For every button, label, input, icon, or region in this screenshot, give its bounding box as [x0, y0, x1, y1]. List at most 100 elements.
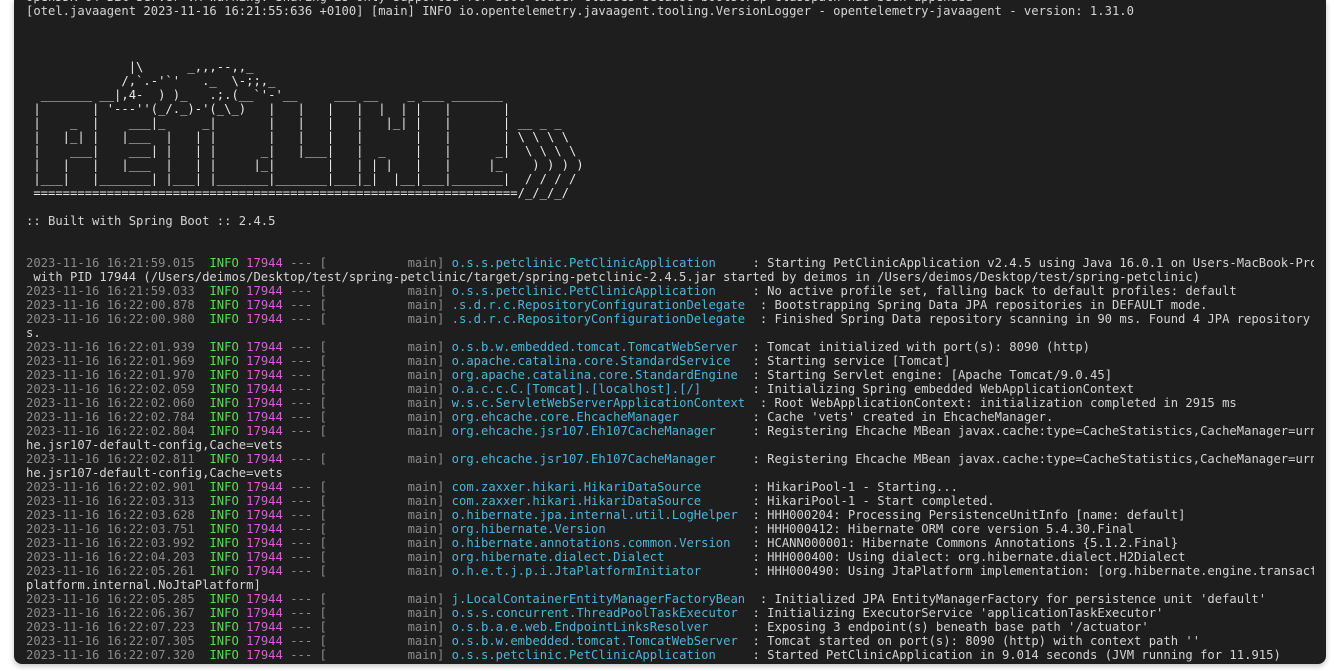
log-timestamp: 2023-11-16 16:21:59.015: [26, 256, 195, 270]
log-message: Exposing 3 endpoint(s) beneath base path…: [767, 620, 1149, 634]
log-level: INFO: [209, 410, 239, 424]
log-timestamp: 2023-11-16 16:22:00.878: [26, 298, 195, 312]
log-logger: org.ehcache.jsr107.Eh107CacheManager: [451, 424, 716, 438]
log-row: 2023-11-16 16:22:03.992 INFO 17944 --- […: [26, 536, 1179, 550]
log-pid: 17944: [246, 494, 283, 508]
log-thread: [ main]: [319, 312, 445, 326]
log-pid: 17944: [246, 256, 283, 270]
log-logger: o.s.b.a.e.web.EndpointLinksResolver: [451, 620, 709, 634]
log-row: 2023-11-16 16:22:02.811 INFO 17944 --- […: [26, 452, 1314, 466]
log-level: INFO: [209, 522, 239, 536]
log-timestamp: 2023-11-16 16:22:03.751: [26, 522, 195, 536]
log-logger: org.hibernate.dialect.Dialect: [451, 550, 665, 564]
log-logger: o.s.b.w.embedded.tomcat.TomcatWebServer: [451, 634, 738, 648]
banner-line: ========================================…: [26, 186, 569, 200]
log-logger: j.LocalContainerEntityManagerFactoryBean: [451, 592, 746, 606]
log-timestamp: 2023-11-16 16:22:03.992: [26, 536, 195, 550]
log-message: Tomcat initialized with port(s): 8090 (h…: [767, 340, 1091, 354]
log-pid: 17944: [246, 354, 283, 368]
log-timestamp: 2023-11-16 16:22:05.285: [26, 592, 195, 606]
log-timestamp: 2023-11-16 16:22:02.059: [26, 382, 195, 396]
banner-line: | | | |___ | | | |_| | | | | | | |_ ) ) …: [26, 158, 584, 172]
log-pid: 17944: [246, 522, 283, 536]
log-timestamp: 2023-11-16 16:21:59.033: [26, 284, 195, 298]
log-separator: ---: [290, 648, 313, 662]
log-pid: 17944: [246, 452, 283, 466]
log-message: Registering Ehcache MBean javax.cache:ty…: [767, 424, 1314, 438]
log-level: INFO: [209, 494, 239, 508]
log-message: HikariPool-1 - Start completed.: [767, 494, 995, 508]
log-logger: .s.d.r.c.RepositoryConfigurationDelegate: [451, 312, 746, 326]
log-level: INFO: [209, 354, 239, 368]
log-level: INFO: [209, 550, 239, 564]
log-thread: [ main]: [319, 620, 445, 634]
log-thread: [ main]: [319, 480, 445, 494]
log-row: 2023-11-16 16:22:06.367 INFO 17944 --- […: [26, 606, 1164, 620]
log-separator: ---: [290, 424, 313, 438]
log-pid: 17944: [246, 424, 283, 438]
banner-line: |___| |_______| |___| |_______|_______|_…: [26, 172, 577, 186]
log-pid: 17944: [246, 550, 283, 564]
log-level: INFO: [209, 564, 239, 578]
log-row: 2023-11-16 16:22:07.223 INFO 17944 --- […: [26, 620, 1149, 634]
log-logger: o.s.b.w.embedded.tomcat.TomcatWebServer: [451, 340, 738, 354]
banner-line: _______ __|,4- ) )_ .;.(__`'-'__ ___ __ …: [26, 88, 503, 102]
log-thread: [ main]: [319, 536, 445, 550]
log-level: INFO: [209, 312, 239, 326]
log-logger: w.s.c.ServletWebServerApplicationContext: [451, 396, 746, 410]
log-row: 2023-11-16 16:22:03.313 INFO 17944 --- […: [26, 494, 995, 508]
log-separator: ---: [290, 284, 313, 298]
log-separator: ---: [290, 382, 313, 396]
log-row: 2023-11-16 16:22:02.804 INFO 17944 --- […: [26, 424, 1314, 438]
log-timestamp: 2023-11-16 16:22:02.804: [26, 424, 195, 438]
log-level: INFO: [209, 508, 239, 522]
log-pid: 17944: [246, 396, 283, 410]
log-timestamp: 2023-11-16 16:22:03.313: [26, 494, 195, 508]
log-timestamp: 2023-11-16 16:22:06.367: [26, 606, 195, 620]
spring-boot-version: :: Built with Spring Boot :: 2.4.5: [26, 214, 276, 228]
log-timestamp: 2023-11-16 16:22:02.060: [26, 396, 195, 410]
log-timestamp: 2023-11-16 16:22:07.320: [26, 648, 195, 662]
log-thread: [ main]: [319, 354, 445, 368]
log-separator: ---: [290, 298, 313, 312]
log-thread: [ main]: [319, 592, 445, 606]
log-thread: [ main]: [319, 606, 445, 620]
log-timestamp: 2023-11-16 16:22:05.261: [26, 564, 195, 578]
log-thread: [ main]: [319, 410, 445, 424]
log-pid: 17944: [246, 564, 283, 578]
log-pid: 17944: [246, 606, 283, 620]
log-pid: 17944: [246, 382, 283, 396]
log-level: INFO: [209, 592, 239, 606]
log-level: INFO: [209, 452, 239, 466]
jvm-header-line: [otel.javaagent 2023-11-16 16:21:55:636 …: [26, 4, 1134, 18]
log-thread: [ main]: [319, 382, 445, 396]
log-separator: ---: [290, 634, 313, 648]
log-message: Started PetClinicApplication in 9.014 se…: [767, 648, 1281, 662]
log-logger: o.h.e.t.j.p.i.JtaPlatformInitiator: [451, 564, 702, 578]
log-pid: 17944: [246, 620, 283, 634]
log-message: Registering Ehcache MBean javax.cache:ty…: [767, 452, 1314, 466]
log-level: INFO: [209, 424, 239, 438]
log-timestamp: 2023-11-16 16:22:01.969: [26, 354, 195, 368]
log-thread: [ main]: [319, 452, 445, 466]
terminal-window[interactable]: OpenJDK 64-Bit Server VM warning: Sharin…: [14, 0, 1326, 664]
terminal-output: OpenJDK 64-Bit Server VM warning: Sharin…: [26, 0, 1314, 664]
log-row: 2023-11-16 16:22:02.784 INFO 17944 --- […: [26, 410, 1054, 424]
log-timestamp: 2023-11-16 16:22:07.305: [26, 634, 195, 648]
log-separator: ---: [290, 508, 313, 522]
banner-line: /,`.-'`' ._ \-;;,_: [26, 74, 276, 88]
log-message: HHH000400: Using dialect: org.hibernate.…: [767, 550, 1186, 564]
log-separator: ---: [290, 340, 313, 354]
log-logger: org.hibernate.Version: [451, 522, 606, 536]
log-separator: ---: [290, 396, 313, 410]
log-logger: o.s.s.petclinic.PetClinicApplication: [451, 256, 716, 270]
log-thread: [ main]: [319, 494, 445, 508]
log-logger: .s.d.r.c.RepositoryConfigurationDelegate: [451, 298, 746, 312]
log-row: 2023-11-16 16:22:07.305 INFO 17944 --- […: [26, 634, 1201, 648]
log-pid: 17944: [246, 312, 283, 326]
log-message-continuation: with PID 17944 (/Users/deimos/Desktop/te…: [26, 270, 1200, 284]
log-message: Initializing ExecutorService 'applicatio…: [767, 606, 1164, 620]
log-level: INFO: [209, 340, 239, 354]
